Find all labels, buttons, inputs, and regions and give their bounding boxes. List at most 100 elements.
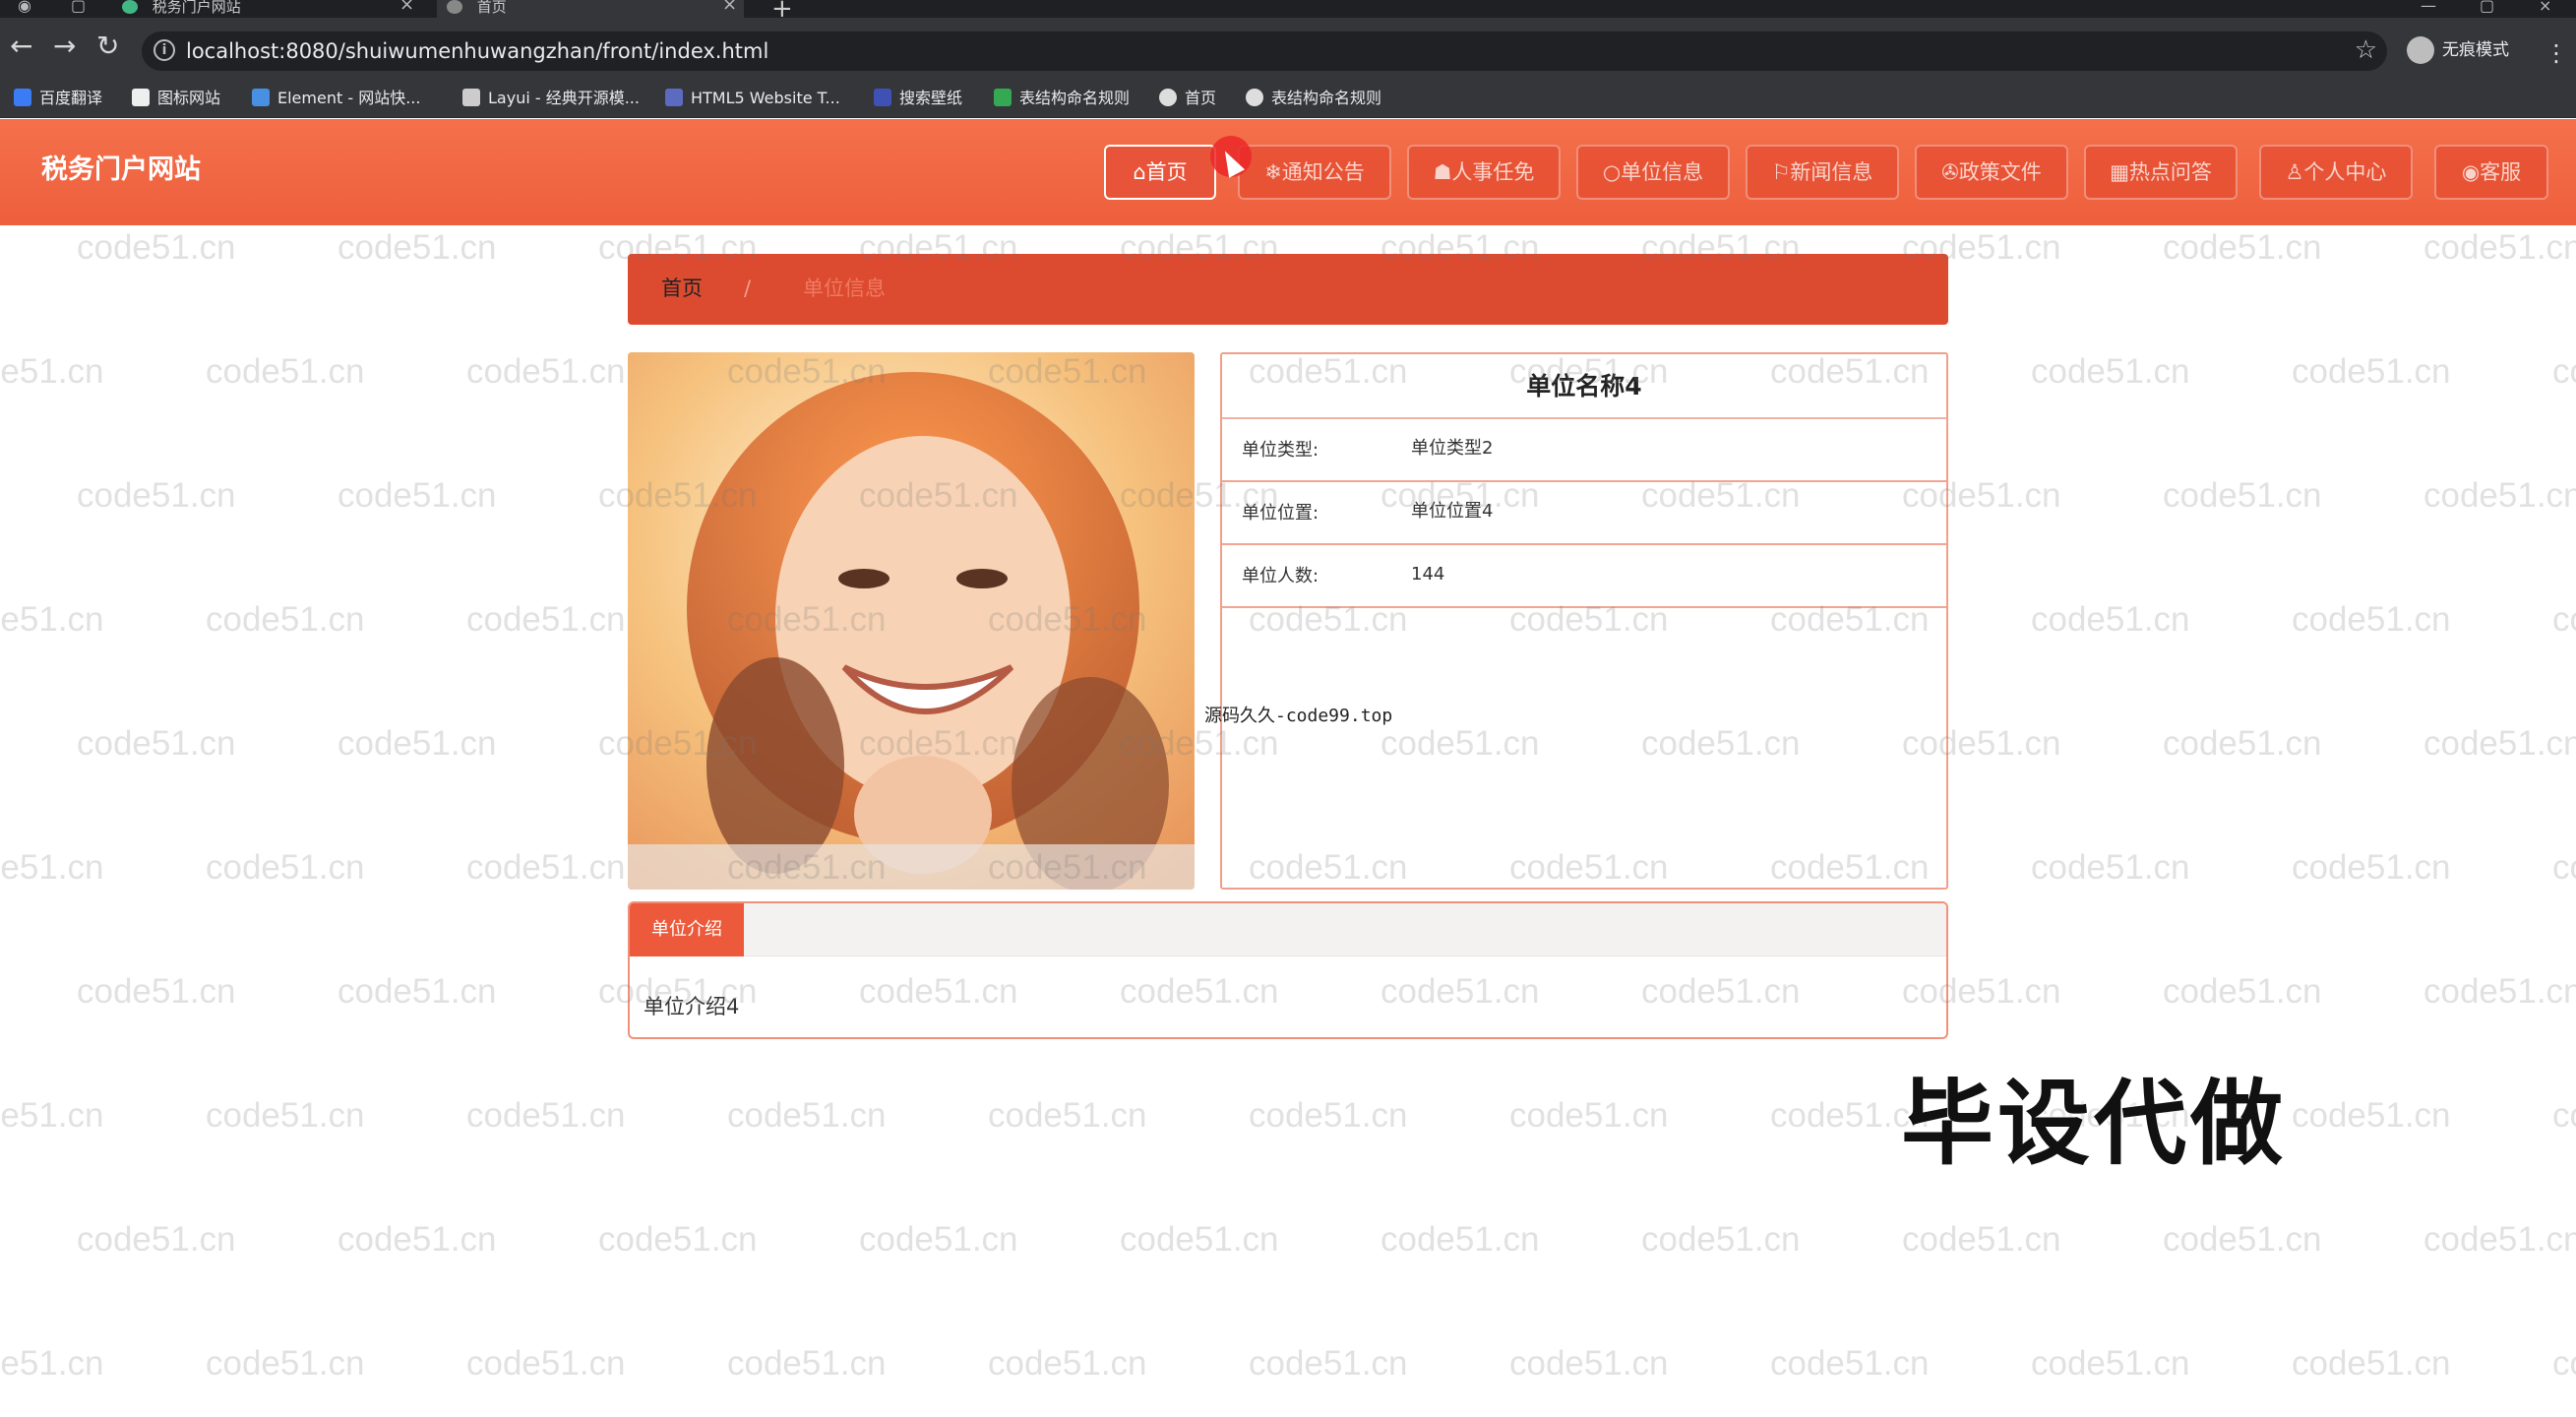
- globe-icon: [1159, 89, 1177, 106]
- bookmark-label: 首页: [1185, 89, 1217, 107]
- tab-unit-intro[interactable]: 单位介绍: [630, 903, 744, 956]
- translate-icon: [14, 89, 31, 106]
- watermark-text: code51.cn: [727, 1096, 887, 1135]
- nav-notices[interactable]: ❄通知公告: [1238, 145, 1391, 200]
- unit-photo: [628, 352, 1195, 890]
- watermark-text: code51.cn: [337, 972, 497, 1011]
- detail-label: 单位人数:: [1242, 566, 1319, 586]
- watermark-text: code51.cn: [2163, 972, 2322, 1011]
- unit-name: 单位名称4: [1222, 354, 1946, 419]
- watermark-text: code51.cn: [466, 848, 626, 887]
- watermark-text: code51.cn: [1249, 1344, 1408, 1383]
- bookmark-label: 百度翻译: [39, 89, 103, 107]
- watermark-text: code51.cn: [77, 476, 236, 515]
- watermark-text: code51.cn: [2292, 1344, 2451, 1383]
- nav-unit-info[interactable]: ○单位信息: [1576, 145, 1730, 200]
- nav-news[interactable]: ⚐新闻信息: [1746, 145, 1899, 200]
- watermark-text: code51.cn: [988, 1344, 1147, 1383]
- watermark-text: code51.cn: [337, 228, 497, 267]
- tab-label: 税务门户网站: [152, 0, 241, 16]
- watermark-text: code51.cn: [2423, 1220, 2576, 1259]
- detail-value: 单位位置4: [1411, 501, 1494, 522]
- watermark-text: code51.cn: [2031, 848, 2190, 887]
- site-title[interactable]: 税务门户网站: [41, 154, 201, 186]
- browser-logo-icon: ◉: [18, 0, 31, 15]
- watermark-text: code51.cn: [2552, 1096, 2576, 1135]
- watermark-text: code51.cn: [2292, 600, 2451, 639]
- watermark-text: code51.cn: [2423, 476, 2576, 515]
- bookmark-item[interactable]: 百度翻译: [14, 88, 102, 109]
- intro-content: 单位介绍4: [644, 995, 740, 1018]
- nav-personnel[interactable]: ☗人事任免: [1407, 145, 1561, 200]
- bookmark-item[interactable]: Element - 网站快...: [252, 88, 420, 109]
- browser-menu-icon[interactable]: ⋮: [2545, 39, 2568, 67]
- watermark-text: code51.cn: [2423, 228, 2576, 267]
- watermark-text: code51.cn: [2552, 848, 2576, 887]
- unit-detail-panel: 单位名称4 单位类型: 单位类型2 单位位置: 单位位置4 单位人数: 144: [1220, 352, 1948, 890]
- back-arrow-icon[interactable]: ←: [10, 31, 32, 61]
- tab-switcher-icon[interactable]: ▢: [71, 0, 86, 15]
- watermark-text: code51.cn: [1380, 1220, 1540, 1259]
- watermark-text: code51.cn: [2292, 848, 2451, 887]
- browser-tab-bar: ◉ ▢ 税务门户网站 × 首页 × + — ▢ ×: [0, 0, 2576, 24]
- watermark-text: code51.cn: [206, 848, 365, 887]
- nav-service[interactable]: ◉客服: [2434, 145, 2548, 200]
- bookmark-label: 表结构命名规则: [1271, 89, 1382, 107]
- bookmark-item[interactable]: 表结构命名规则: [1246, 88, 1381, 109]
- watermark-text: code51.cn: [2552, 600, 2576, 639]
- bookmark-star-icon[interactable]: ☆: [2355, 35, 2377, 65]
- watermark-text: code51.cn: [1770, 1344, 1930, 1383]
- close-window-icon[interactable]: ×: [2539, 0, 2551, 15]
- bookmark-item[interactable]: HTML5 Website T...: [665, 88, 840, 109]
- reload-icon[interactable]: ↻: [96, 31, 119, 61]
- nav-policy[interactable]: ✇政策文件: [1915, 145, 2068, 200]
- close-tab-icon[interactable]: ×: [722, 0, 737, 14]
- url-text[interactable]: localhost:8080/shuiwumenhuwangzhan/front…: [186, 39, 768, 63]
- watermark-text: code51.cn: [2163, 476, 2322, 515]
- bookmark-item[interactable]: 表结构命名规则: [994, 88, 1130, 109]
- stamp-overlay-text: 毕设代做: [1901, 1071, 2288, 1178]
- watermark-text: code51.cn: [1509, 1096, 1669, 1135]
- source-overlay-text: 源码久久-code99.top: [1204, 706, 1393, 726]
- watermark-text: code51.cn: [466, 600, 626, 639]
- nav-home[interactable]: ⌂首页: [1104, 145, 1216, 200]
- html5-icon: [665, 89, 683, 106]
- site-header: 税务门户网站 ⌂首页 ❄通知公告 ☗人事任免 ○单位信息 ⚐新闻信息 ✇政策文件…: [0, 119, 2576, 225]
- watermark-text: code51.cn: [2423, 724, 2576, 763]
- watermark-text: code51.cn: [0, 848, 104, 887]
- bookmark-item[interactable]: 搜索壁纸: [874, 88, 962, 109]
- breadcrumb-home[interactable]: 首页: [661, 276, 703, 301]
- watermark-text: code51.cn: [337, 476, 497, 515]
- portrait-image: [628, 352, 1195, 890]
- watermark-text: code51.cn: [0, 352, 104, 391]
- watermark-text: code51.cn: [206, 352, 365, 391]
- browser-tab-2[interactable]: 首页 ×: [437, 0, 744, 18]
- unit-intro-panel: 单位介绍 单位介绍4: [628, 901, 1948, 1039]
- tab-label: 首页: [476, 0, 507, 16]
- globe-favicon-icon: [447, 0, 462, 14]
- incognito-icon: [2407, 36, 2434, 64]
- watermark-text: code51.cn: [2552, 352, 2576, 391]
- bookmark-item[interactable]: Layui - 经典开源模...: [462, 88, 640, 109]
- maximize-icon[interactable]: ▢: [2480, 0, 2494, 15]
- detail-value: 单位类型2: [1411, 438, 1494, 459]
- watermark-text: code51.cn: [466, 352, 626, 391]
- site-info-icon[interactable]: i: [153, 39, 175, 61]
- bookmark-item[interactable]: 首页: [1159, 88, 1216, 109]
- element-logo-icon: [252, 89, 270, 106]
- incognito-label: 无痕模式: [2442, 40, 2509, 60]
- incognito-indicator[interactable]: 无痕模式: [2407, 35, 2509, 65]
- watermark-text: code51.cn: [1249, 1096, 1408, 1135]
- address-bar[interactable]: i localhost:8080/shuiwumenhuwangzhan/fro…: [142, 31, 2387, 71]
- close-tab-icon[interactable]: ×: [399, 0, 414, 14]
- bookmark-item[interactable]: 图标网站: [132, 88, 220, 109]
- nav-user-center[interactable]: ♙个人中心: [2259, 145, 2413, 200]
- nav-faq[interactable]: ▦热点问答: [2084, 145, 2238, 200]
- watermark-text: code51.cn: [2031, 1344, 2190, 1383]
- watermark-text: code51.cn: [2163, 228, 2322, 267]
- detail-value: 144: [1411, 564, 1445, 585]
- forward-arrow-icon[interactable]: →: [53, 31, 76, 61]
- bookmark-label: HTML5 Website T...: [691, 89, 840, 107]
- browser-tab-1[interactable]: 税务门户网站 ×: [122, 0, 417, 18]
- minimize-icon[interactable]: —: [2421, 0, 2436, 15]
